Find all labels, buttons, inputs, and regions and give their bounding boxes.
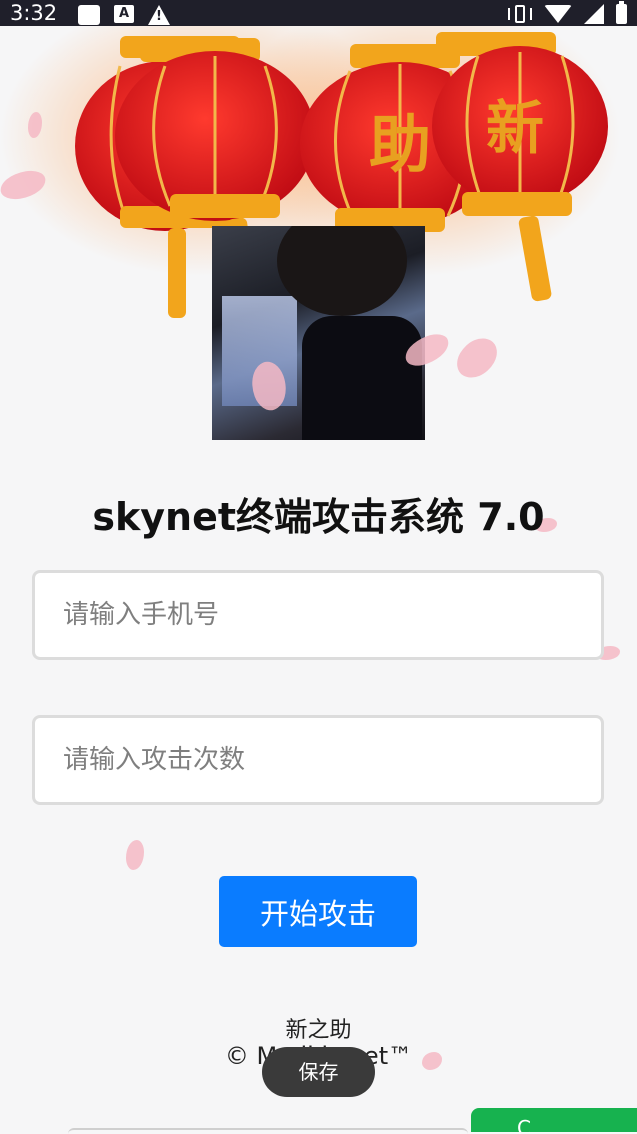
avatar-photo — [212, 226, 425, 440]
signal-icon — [584, 4, 604, 24]
save-toast: 保存 — [262, 1047, 375, 1097]
petal-decoration — [126, 840, 144, 870]
battery-icon — [616, 1, 627, 24]
lantern-char-4: 新 — [486, 94, 544, 162]
status-bar: 3:32 A — [0, 0, 637, 26]
attack-count-input[interactable] — [32, 715, 604, 805]
notification-app-icon — [78, 5, 100, 25]
header-banner: 助 新 — [0, 0, 637, 440]
page-title: skynet终端攻击系统 7.0 — [92, 495, 545, 539]
start-attack-button[interactable]: 开始攻击 — [219, 876, 417, 947]
vibrate-icon — [508, 5, 532, 23]
bottom-card-edge — [68, 1128, 468, 1134]
status-time: 3:32 — [10, 1, 58, 25]
floating-action-button[interactable]: C — [471, 1108, 637, 1132]
lantern-char-3: 助 — [369, 108, 431, 181]
phone-number-input[interactable] — [32, 570, 604, 660]
warning-icon — [148, 5, 170, 25]
footer-author: 新之助 — [285, 1018, 352, 1043]
wifi-icon — [544, 5, 572, 23]
a-notification-icon: A — [114, 5, 134, 23]
